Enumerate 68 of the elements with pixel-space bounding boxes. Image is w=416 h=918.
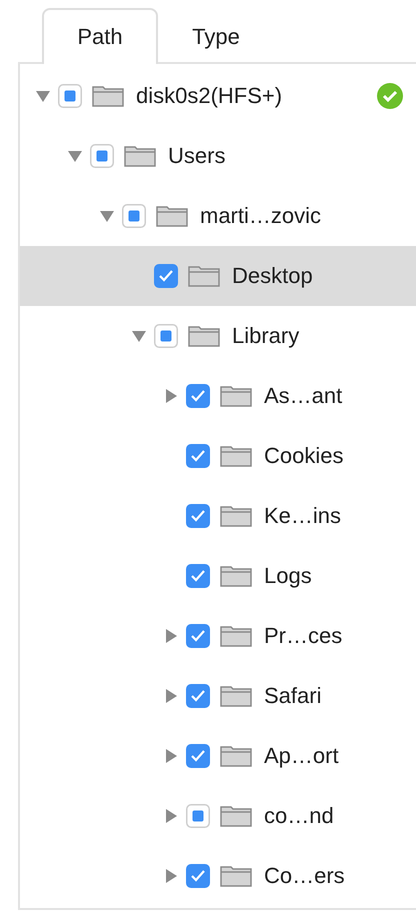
- checkbox[interactable]: [186, 564, 210, 588]
- folder-icon: [124, 145, 156, 167]
- tree-row[interactable]: Logs: [20, 546, 416, 606]
- tree-row[interactable]: co…nd: [20, 786, 416, 846]
- folder-icon: [220, 865, 252, 887]
- folder-icon: [188, 265, 220, 287]
- checkbox[interactable]: [186, 624, 210, 648]
- tree-row[interactable]: As…ant: [20, 366, 416, 426]
- disclosure-triangle-icon[interactable]: [36, 90, 50, 102]
- folder-icon: [220, 445, 252, 467]
- checkbox[interactable]: [58, 84, 82, 108]
- disclosure-triangle-icon[interactable]: [100, 210, 114, 222]
- checkbox[interactable]: [122, 204, 146, 228]
- folder-name: Library: [232, 323, 300, 349]
- checkbox[interactable]: [90, 144, 114, 168]
- checkbox[interactable]: [154, 324, 178, 348]
- disclosure-triangle-icon[interactable]: [68, 150, 82, 162]
- folder-icon: [220, 565, 252, 587]
- disclosure-triangle-icon[interactable]: [165, 809, 177, 823]
- folder-name: Ap…ort: [264, 743, 339, 769]
- checkbox[interactable]: [186, 384, 210, 408]
- folder-name: Co…ers: [264, 863, 345, 889]
- folder-icon: [220, 625, 252, 647]
- folder-name: marti…zovic: [200, 203, 322, 229]
- checkbox[interactable]: [154, 264, 178, 288]
- tree-row[interactable]: Ke…ins: [20, 486, 416, 546]
- folder-name: Logs: [264, 563, 312, 589]
- folder-icon: [220, 505, 252, 527]
- checkbox[interactable]: [186, 864, 210, 888]
- disclosure-triangle-icon[interactable]: [165, 689, 177, 703]
- folder-name: Cookies: [264, 443, 344, 469]
- tree-row[interactable]: Desktop: [20, 246, 416, 306]
- disclosure-triangle-icon[interactable]: [165, 389, 177, 403]
- tree-row[interactable]: Pr…ces: [20, 606, 416, 666]
- folder-icon: [220, 685, 252, 707]
- checkbox[interactable]: [186, 444, 210, 468]
- tree-row[interactable]: Library: [20, 306, 416, 366]
- tree-row[interactable]: disk0s2(HFS+): [20, 66, 416, 126]
- folder-icon: [92, 85, 124, 107]
- checkbox[interactable]: [186, 504, 210, 528]
- disclosure-triangle-icon[interactable]: [165, 869, 177, 883]
- folder-icon: [220, 805, 252, 827]
- folder-name: Pr…ces: [264, 623, 342, 649]
- folder-name: Users: [168, 143, 226, 169]
- folder-name: co…nd: [264, 803, 334, 829]
- checkbox[interactable]: [186, 744, 210, 768]
- disclosure-triangle-icon[interactable]: [132, 330, 146, 342]
- folder-icon: [220, 385, 252, 407]
- folder-icon: [220, 745, 252, 767]
- folder-name: Safari: [264, 683, 322, 709]
- tree-row[interactable]: marti…zovic: [20, 186, 416, 246]
- tree-row[interactable]: Ap…ort: [20, 726, 416, 786]
- tab[interactable]: Type: [158, 8, 274, 62]
- tree-row[interactable]: Safari: [20, 666, 416, 726]
- checkbox[interactable]: [186, 684, 210, 708]
- tab[interactable]: Path: [42, 8, 158, 64]
- disclosure-triangle-icon[interactable]: [165, 629, 177, 643]
- folder-name: disk0s2(HFS+): [136, 83, 282, 109]
- tree-row[interactable]: Cookies: [20, 426, 416, 486]
- checkbox[interactable]: [186, 804, 210, 828]
- tree-row[interactable]: Co…ers: [20, 846, 416, 906]
- tree-row[interactable]: Users: [20, 126, 416, 186]
- folder-name: As…ant: [264, 383, 342, 409]
- folder-icon: [188, 325, 220, 347]
- disclosure-triangle-icon[interactable]: [165, 749, 177, 763]
- folder-name: Ke…ins: [264, 503, 342, 529]
- folder-icon: [156, 205, 188, 227]
- folder-name: Desktop: [232, 263, 313, 289]
